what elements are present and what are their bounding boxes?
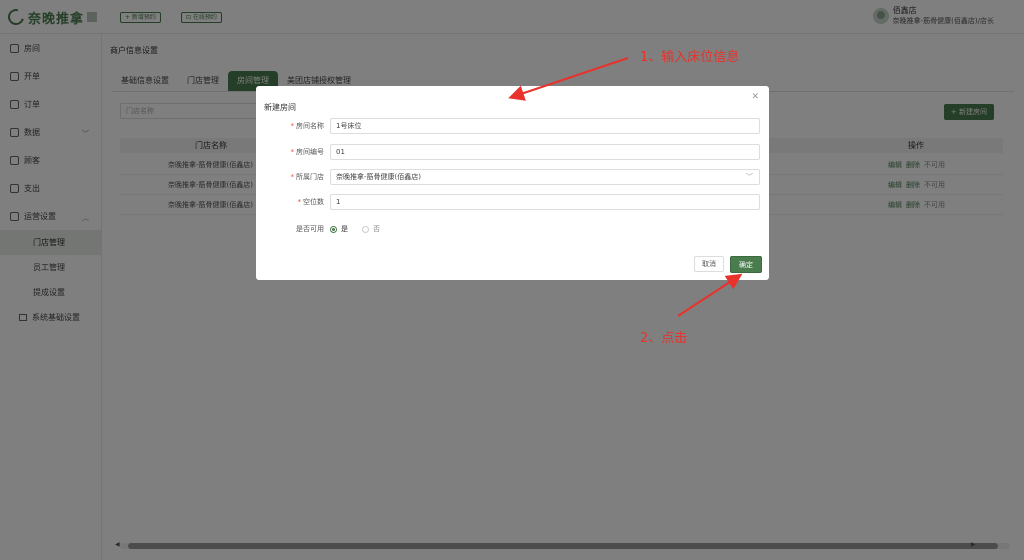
annotation-step2: 2、点击 <box>640 331 688 346</box>
room-name-label: * 房间名称 <box>290 122 325 130</box>
cancel-button[interactable]: 取消 <box>694 256 724 272</box>
radio-yes[interactable] <box>330 225 337 233</box>
available-radio-group: 是 否 <box>330 221 394 237</box>
field-slots: * 空位数 1 <box>256 194 769 210</box>
room-no-label: * 房间编号 <box>290 148 325 156</box>
dialog-title: 新建房间 <box>264 103 296 112</box>
field-store: * 所属门店 奈晚推拿-筋骨健康(佰鑫店) ﹀ <box>256 169 769 185</box>
modal-overlay[interactable] <box>0 0 1024 560</box>
new-room-dialog: 新建房间 ✕ * 房间名称 1号床位 * 房间编号 01 * 所属门店 奈晚推拿-筋骨… <box>256 86 769 280</box>
radio-no[interactable] <box>362 225 369 233</box>
annotation-step1: 1、输入床位信息 <box>640 50 740 65</box>
radio-no-label[interactable]: 否 <box>373 224 380 234</box>
chevron-down-icon: ﹀ <box>746 173 753 181</box>
field-room-name: * 房间名称 1号床位 <box>256 118 769 134</box>
slots-input[interactable]: 1 <box>330 194 760 210</box>
store-select[interactable]: 奈晚推拿-筋骨健康(佰鑫店) ﹀ <box>330 169 760 185</box>
available-label: 是否可用 <box>296 225 324 233</box>
field-available: 是否可用 是 否 <box>256 221 769 237</box>
room-name-input[interactable]: 1号床位 <box>330 118 760 134</box>
field-room-no: * 房间编号 01 <box>256 144 769 160</box>
close-icon[interactable]: ✕ <box>751 92 759 102</box>
confirm-button[interactable]: 确定 <box>730 256 762 273</box>
radio-yes-label[interactable]: 是 <box>341 224 348 234</box>
slots-label: * 空位数 <box>297 198 325 206</box>
room-no-input[interactable]: 01 <box>330 144 760 160</box>
store-label: * 所属门店 <box>290 173 325 181</box>
